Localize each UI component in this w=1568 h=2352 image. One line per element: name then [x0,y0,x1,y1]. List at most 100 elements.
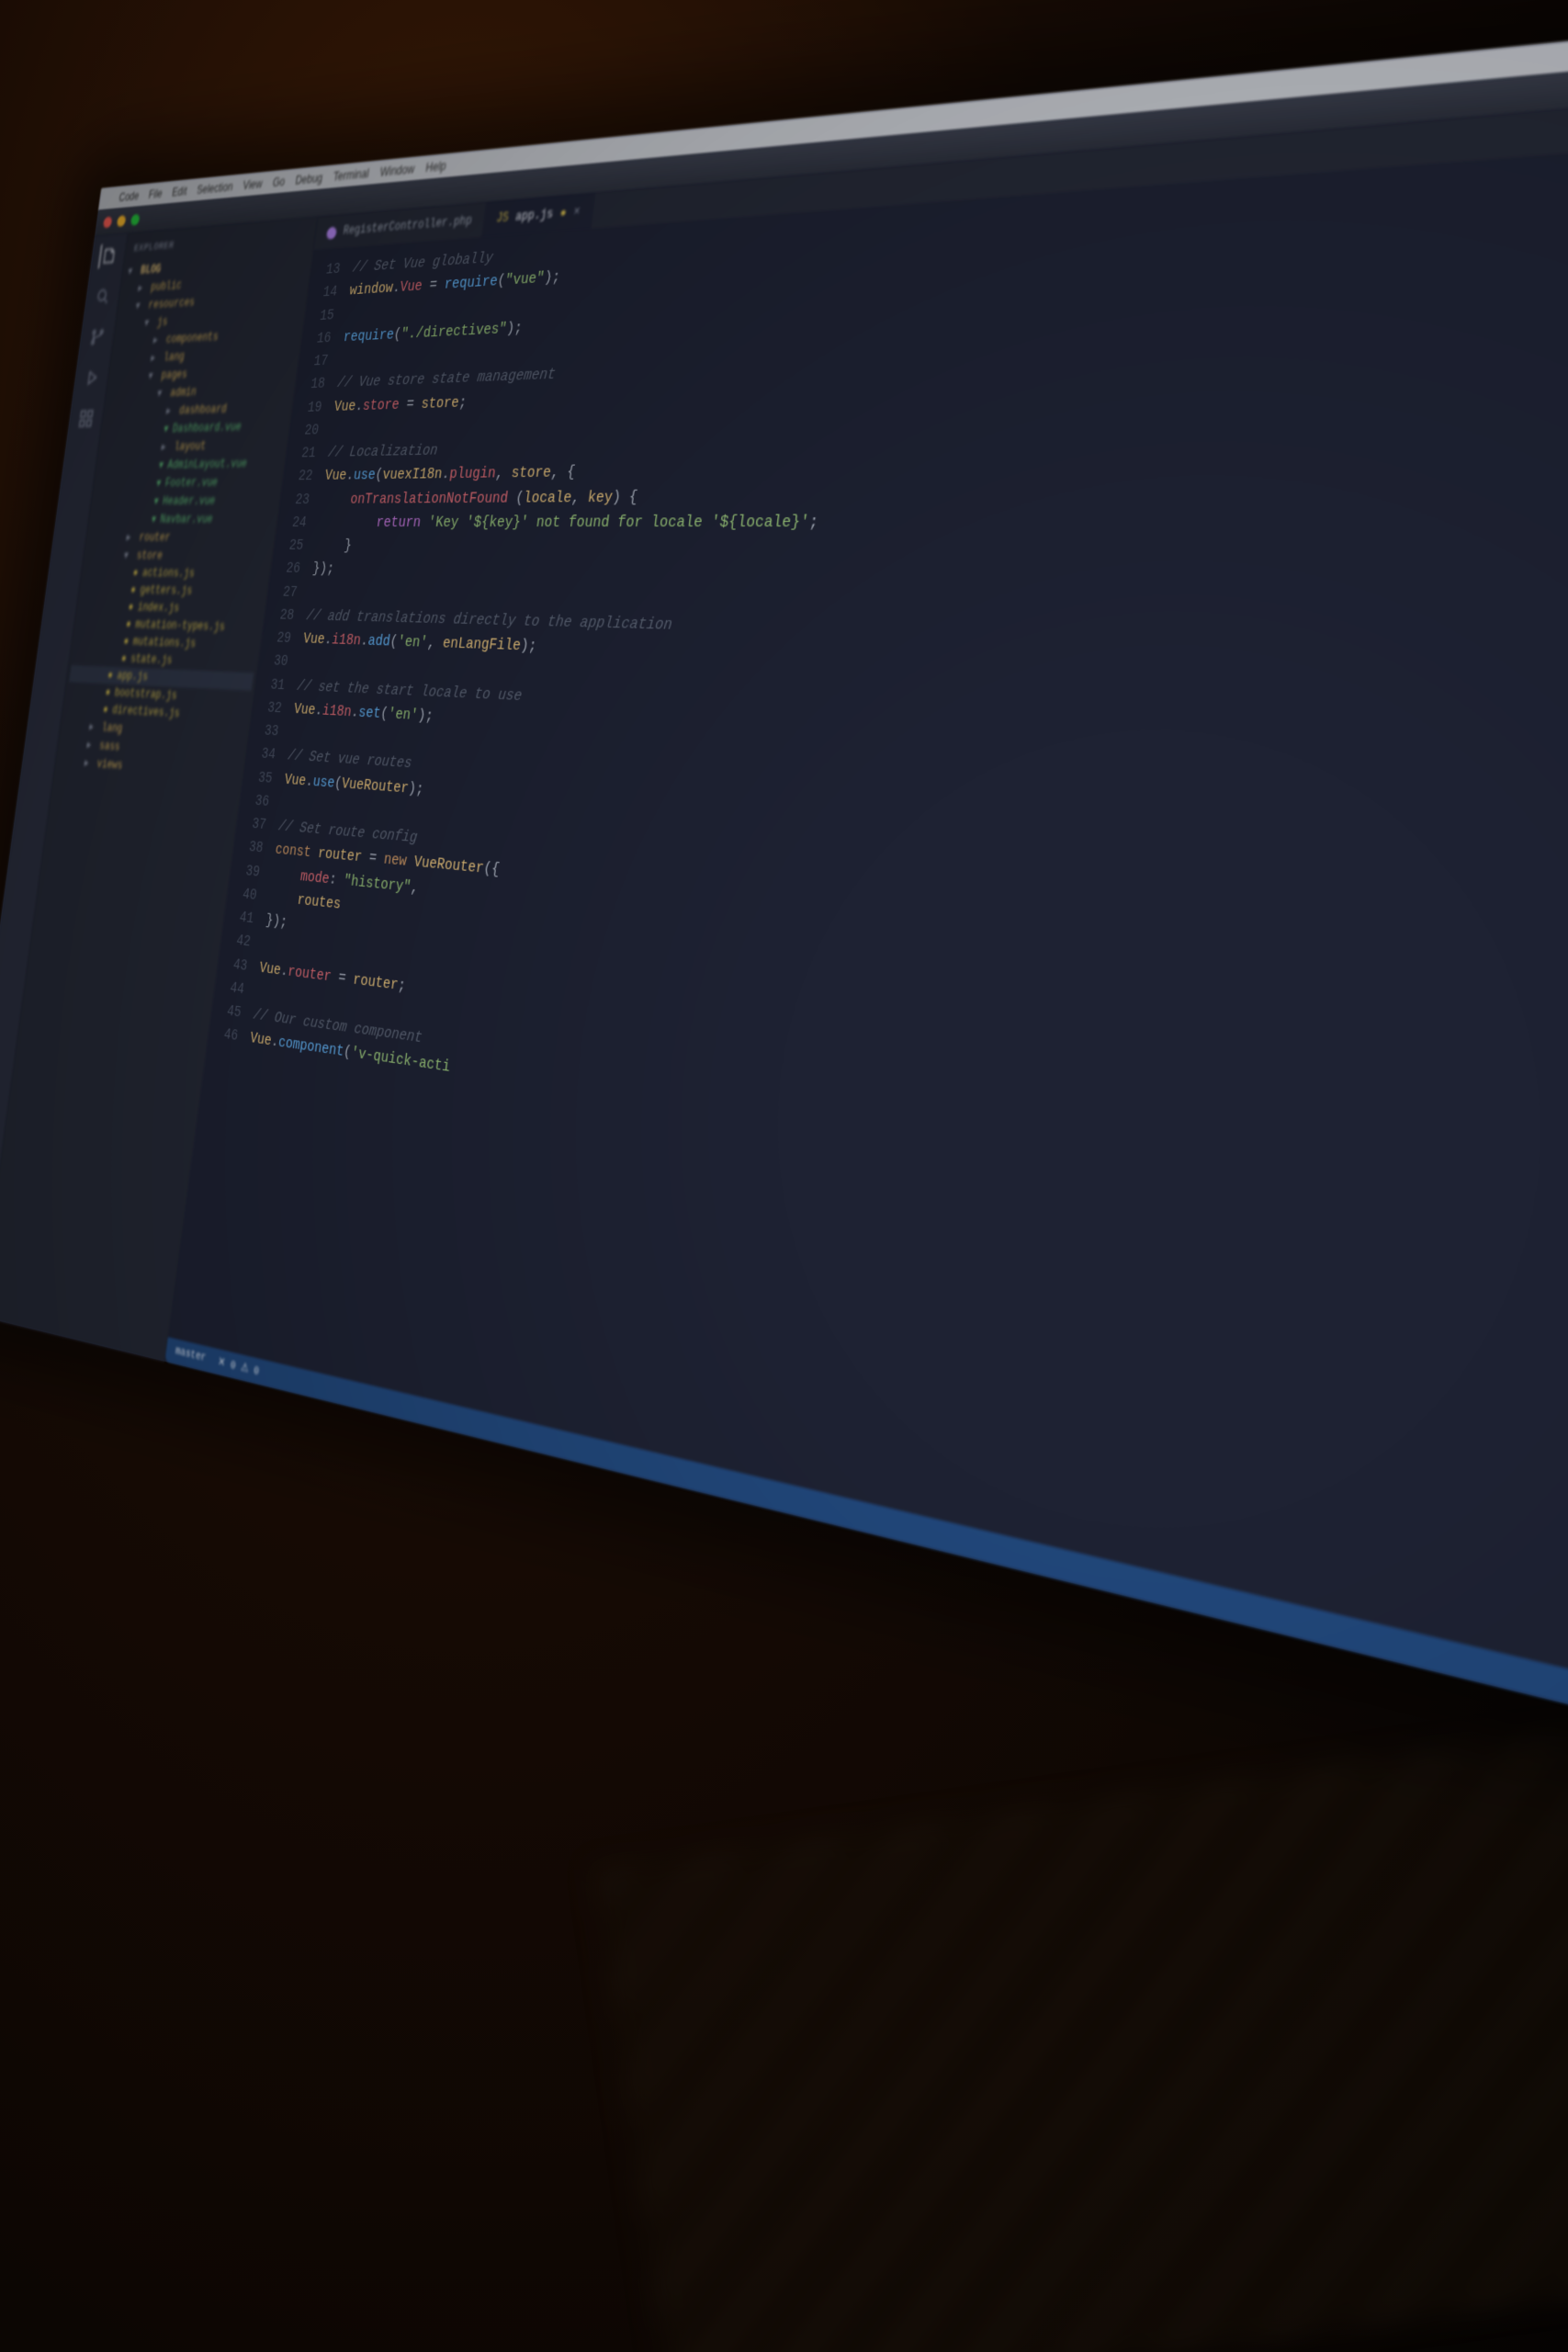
chevron-icon: ▸ [137,280,147,295]
line-number: 21 [285,442,317,466]
token-prop: i18n [321,702,353,720]
token-punct: ({ [482,860,501,879]
git-branch-status[interactable]: master [175,1345,207,1364]
file-row[interactable]: ▾Footer.vue [95,472,280,492]
tree-item-label: Header.vue [162,493,216,507]
token-punct: ); [407,779,424,798]
menubar-app-name[interactable]: Code [118,189,141,204]
menubar-item[interactable]: File [148,187,164,201]
line-number: 28 [263,603,295,627]
line-number: 26 [269,557,301,581]
token-var: window [348,279,393,300]
line-number: 25 [272,534,304,557]
chevron-icon: ▸ [152,333,163,347]
line-number: 18 [294,372,326,396]
search-icon[interactable] [92,284,113,309]
token-punct: , { [549,463,576,481]
folder-row[interactable]: ▸router [87,528,273,548]
token-cmt: // Localization [327,442,439,461]
token-var: Vue [284,771,308,789]
file-row[interactable]: ▾Header.vue [93,491,278,510]
tree-item-label: public [150,278,182,294]
token-kw: return [318,514,429,531]
tree-item-label: bootstrap.js [114,686,178,703]
menubar-item[interactable]: Terminal [333,166,370,184]
code-lines[interactable]: // Set Vue globallywindow.Vue = require(… [205,119,1568,1734]
token-var: Vue [302,630,326,648]
menubar-item[interactable]: Go [272,175,286,189]
close-window-button[interactable] [103,216,113,228]
token-punct: ; [457,393,468,411]
line-number: 14 [306,280,338,305]
files-icon[interactable] [97,243,118,268]
vue-file-icon: ▾ [155,476,162,491]
tree-item-label: sass [98,739,120,753]
line-number: 13 [309,257,341,282]
token-var: router [317,845,363,866]
tree-item-label: index.js [137,601,180,616]
token-punct: ; [397,976,407,995]
token-fn: require [443,273,498,294]
line-number: 29 [260,626,292,650]
code-editor[interactable]: 1314151617181920212223242526272829303132… [168,119,1568,1734]
token-prop: i18n [331,631,362,650]
token-prop: onTranslationNotFound [321,489,509,507]
tree-item-label: state.js [130,652,173,667]
tree-item-label: lang [101,720,123,735]
token-punct: }); [311,560,335,578]
line-number: 17 [297,349,329,373]
zoom-window-button[interactable] [130,214,141,226]
menubar-item[interactable]: Selection [196,180,233,197]
extensions-icon[interactable] [75,406,96,431]
tree-item-label: resources [147,295,195,311]
git-branch-icon[interactable] [86,324,107,349]
menubar-item[interactable]: Debug [295,171,323,187]
token-punct: ); [417,707,434,725]
debug-icon[interactable] [81,365,102,390]
tab-label: RegisterController.php [342,213,472,238]
token-prop: store [362,396,400,414]
token-fn: set [357,704,382,722]
js-file-icon: ● [105,685,111,699]
vue-file-icon: ▾ [158,458,164,472]
close-tab-icon[interactable]: × [572,204,581,220]
token-var: store [420,393,459,412]
menubar-item[interactable]: View [243,176,264,192]
token-punct: = [421,277,446,295]
tree-item-label: Navbar.vue [159,512,213,526]
tree-item-label: mutations.js [132,635,197,650]
line-number: 32 [251,695,283,720]
minimize-window-button[interactable] [117,215,127,227]
window-controls [103,214,141,229]
line-number: 41 [222,904,254,931]
line-number: 35 [242,764,274,790]
tree-item-label: js [156,315,168,329]
tree-item-label: dashboard [178,401,228,416]
token-punct: = [398,395,423,413]
chevron-icon: ▸ [88,719,98,734]
menubar-item[interactable]: Window [379,162,415,179]
line-number: 31 [254,673,286,697]
token-fn: add [367,632,391,650]
vue-file-icon: ▾ [153,493,160,508]
laptop-screen: Code File Edit Selection View Go Debug T… [0,0,1568,1770]
line-number: 16 [299,326,332,351]
problems-status[interactable]: ✕ 0 ⚠ 0 [217,1354,260,1379]
chevron-icon: ▾ [123,548,133,562]
js-file-icon: ● [122,635,130,649]
line-number: 42 [220,927,252,954]
menubar-item[interactable]: Help [424,159,446,175]
menubar-item[interactable]: Edit [171,185,187,199]
file-row[interactable]: ▾AdminLayout.vue [97,453,283,474]
file-row[interactable]: ▾Navbar.vue [90,509,276,527]
folder-row[interactable]: ▾store [85,546,271,566]
chevron-icon: ▸ [161,439,171,454]
line-number: 37 [235,811,267,837]
tree-item-label: admin [169,385,197,400]
js-file-icon: ● [128,600,135,614]
line-number: 27 [266,580,299,604]
tab-label: app.js [514,207,554,224]
js-file-icon: JS [495,210,509,226]
editor-group: ⬤ RegisterController.php JS app.js ● × 1… [164,70,1568,1770]
line-number: 19 [290,395,322,419]
